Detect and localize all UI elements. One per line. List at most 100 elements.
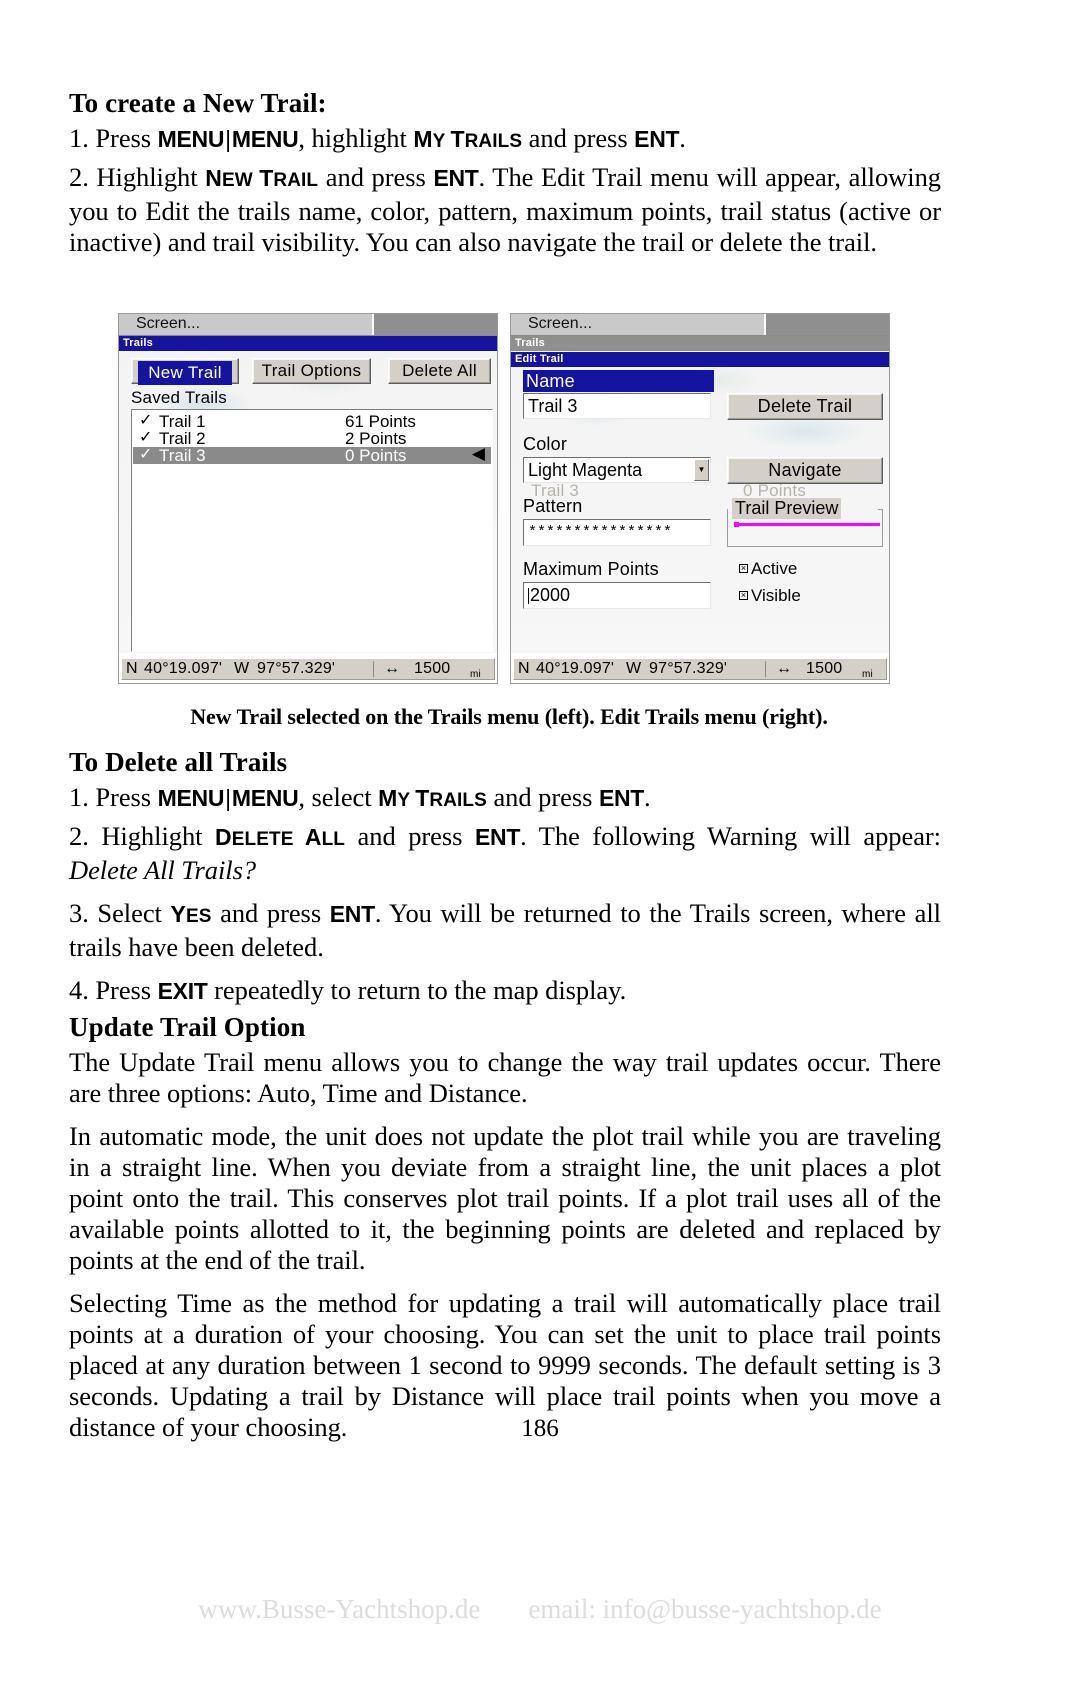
delete-all-button[interactable]: Delete All	[388, 358, 491, 384]
key-ent: ENT	[433, 165, 479, 192]
footer-watermark: www.Busse-Yachtshop.de email: info@busse-…	[0, 1594, 1080, 1625]
name-value: Trail 3	[528, 396, 578, 416]
longitude-hemisphere: W	[234, 660, 250, 677]
step-text: 1. Press	[69, 782, 158, 813]
trails-window-title-inactive: Trails	[511, 336, 889, 351]
step-text-2: repeatedly to return to the map display.	[207, 975, 627, 1006]
range-unit: mi	[862, 669, 873, 680]
manual-page: To create a New Trail: 1. Press MENU|MEN…	[0, 0, 1080, 1682]
step-text: 2. Highlight	[69, 162, 206, 193]
step-text-2: and press	[344, 821, 475, 852]
step-delete-4: 4. Press EXIT repeatedly to return to th…	[69, 975, 941, 1007]
active-checkbox[interactable]: × Active	[739, 559, 797, 579]
visible-checkbox[interactable]: × Visible	[739, 586, 801, 606]
saved-trails-list[interactable]: ✓ Trail 1 61 Points ✓ Trail 2 2 Points ✓…	[131, 409, 493, 652]
new-trail-button[interactable]: New Trail	[131, 358, 239, 385]
trail-list-item-selected[interactable]: ✓ Trail 3 0 Points ◀	[133, 444, 491, 465]
trail-preview-label: Trail Preview	[732, 498, 842, 519]
screen-tab-filler	[764, 314, 889, 335]
menu-yes: YES	[170, 901, 212, 928]
navigate-button-label: Navigate	[768, 460, 842, 480]
status-divider	[765, 661, 766, 677]
new-trail-button-label: New Trail	[138, 361, 232, 385]
figure-trails-screens: Screen... Trails New Trail Trail Options…	[118, 313, 890, 684]
checkbox-checked-icon: ×	[739, 564, 748, 573]
chevron-down-icon[interactable]: ▼	[694, 459, 709, 481]
trail-preview-group: Trail Preview	[727, 498, 883, 547]
longitude-value: 97°57.329'	[257, 660, 336, 677]
key-exit: EXIT	[157, 978, 208, 1005]
screen-tab-filler	[372, 314, 497, 335]
trail-options-button[interactable]: Trail Options	[252, 358, 371, 384]
trail-points: 0 Points	[345, 446, 407, 465]
color-value: Light Magenta	[528, 460, 643, 480]
screen-tab-label[interactable]: Screen...	[136, 315, 200, 333]
saved-trails-label: Saved Trails	[131, 388, 227, 407]
longitude-value: 97°57.329'	[649, 660, 728, 677]
screen-tab-label[interactable]: Screen...	[528, 315, 592, 333]
name-input[interactable]: Trail 3	[523, 393, 711, 419]
key-ent: ENT	[598, 785, 645, 812]
trail-name: Trail 1	[159, 412, 206, 431]
visible-checkbox-label: Visible	[751, 586, 801, 605]
trail-list-item[interactable]: ✓ Trail 1 61 Points	[133, 412, 491, 431]
navigate-button[interactable]: Navigate	[727, 457, 883, 484]
delete-all-button-label: Delete All	[402, 361, 477, 380]
trail-preview-line	[736, 523, 880, 526]
step-text-3: and press	[486, 782, 599, 813]
latitude-hemisphere: N	[126, 660, 138, 677]
step-text-2: , select	[298, 782, 379, 813]
trail-points: 2 Points	[345, 429, 407, 448]
status-bar: N 40°19.097' W 97°57.329' ↔ 1500 mi	[513, 658, 887, 680]
step-text: 4. Press	[69, 975, 158, 1006]
status-divider	[373, 661, 374, 677]
step-text-2: and press	[318, 162, 434, 193]
trails-window-title: Trails	[119, 336, 497, 351]
delete-trail-button[interactable]: Delete Trail	[727, 393, 883, 420]
key-menu: MENU	[157, 126, 225, 153]
range-icon: ↔	[384, 660, 401, 677]
paragraph-update-2: In automatic mode, the unit does not upd…	[69, 1121, 941, 1276]
trail-points: 61 Points	[345, 412, 416, 431]
trail-list-item[interactable]: ✓ Trail 2 2 Points	[133, 429, 491, 448]
range-unit: mi	[470, 669, 481, 680]
watermark-email: email: info@busse-yachtshop.de	[528, 1594, 882, 1624]
range-value: 1500	[806, 660, 843, 677]
delete-trail-button-label: Delete Trail	[757, 396, 853, 416]
maximum-points-input[interactable]: 2000	[523, 582, 711, 609]
color-label: Color	[523, 434, 568, 454]
trail-checkmark-icon: ✓	[139, 412, 153, 429]
selection-arrow-icon: ◀	[471, 444, 485, 463]
pattern-label: Pattern	[523, 496, 583, 516]
text-caret	[528, 588, 529, 604]
maximum-points-value: 2000	[530, 585, 571, 605]
paragraph-update-1: The Update Trail menu allows you to chan…	[69, 1047, 941, 1109]
range-value: 1500	[414, 660, 451, 677]
color-select[interactable]: Light Magenta	[523, 457, 711, 483]
latitude-hemisphere: N	[518, 660, 530, 677]
trail-name: Trail 3	[159, 446, 206, 465]
menu-delete-all: DELETE ALL	[215, 824, 345, 851]
menu-new-trail: NEW TRAIL	[205, 165, 319, 192]
trail-options-button-label: Trail Options	[261, 361, 362, 380]
range-icon: ↔	[776, 660, 793, 677]
step-new-trail-1: 1. Press MENU|MENU, highlight MY TRAILS …	[69, 123, 941, 157]
heading-create-new-trail: To create a New Trail:	[69, 88, 327, 118]
group-border-left	[878, 509, 882, 510]
step-text: 3. Select	[69, 898, 171, 929]
heading-delete-all-trails: To Delete all Trails	[69, 747, 288, 777]
trail-checkmark-icon: ✓	[139, 429, 153, 446]
step-text-3: . The following Warning will appear:	[520, 821, 941, 852]
key-menu-2: MENU	[231, 785, 299, 812]
name-label: Name	[523, 370, 714, 392]
pattern-input[interactable]: ****************	[523, 519, 711, 546]
edit-trail-window-title: Edit Trail	[511, 352, 889, 367]
step-text-2: and press	[211, 898, 330, 929]
step-text-2: , highlight	[298, 123, 414, 154]
heading-update-trail-option: Update Trail Option	[69, 1012, 306, 1043]
longitude-hemisphere: W	[626, 660, 642, 677]
step-text-4: .	[679, 123, 686, 154]
key-ent: ENT	[634, 126, 680, 153]
page-content: To create a New Trail: 1. Press MENU|MEN…	[69, 88, 941, 270]
key-menu-2: MENU	[231, 126, 299, 153]
